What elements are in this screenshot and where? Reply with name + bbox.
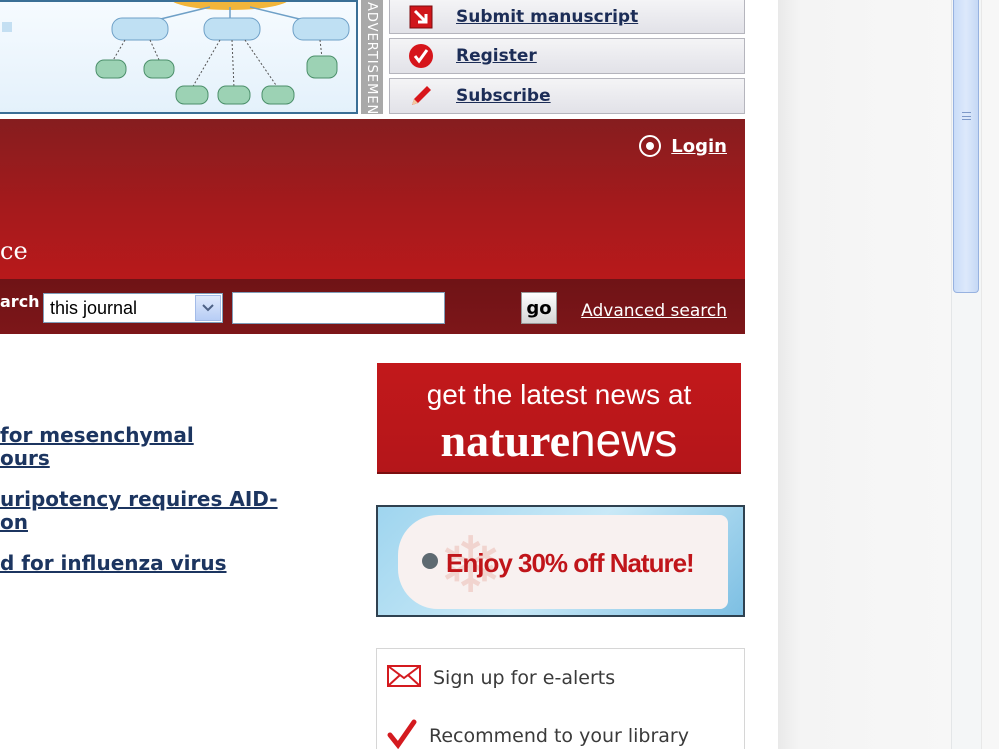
subscription-offer-banner[interactable]: ❄ Enjoy 30% off Nature!: [376, 505, 745, 617]
nature-news-logo-bold: nature: [440, 415, 571, 466]
submit-manuscript-button[interactable]: Submit manuscript: [389, 0, 745, 34]
alerts-box: Sign up for e-alerts Recommend to your l…: [376, 648, 745, 749]
email-alerts-item[interactable]: Sign up for e-alerts: [387, 665, 615, 691]
search-bar: arch this journal go Advanced search: [0, 279, 745, 334]
search-scope-value: this journal: [50, 297, 138, 318]
scrollbar-grip-icon: [962, 112, 971, 120]
advertisement-label-strip: ADVERTISEMENT: [361, 0, 383, 124]
nature-news-logo-light: news: [570, 414, 678, 466]
top-actions: Submit manuscript Register Subscribe: [389, 0, 745, 118]
chevron-down-icon[interactable]: [195, 295, 221, 321]
advanced-search-link[interactable]: Advanced search: [581, 301, 727, 321]
page-gutter: [778, 0, 951, 749]
search-scope-select[interactable]: this journal: [43, 293, 223, 323]
recommend-library-item[interactable]: Recommend to your library: [387, 719, 689, 749]
news-list: for mesenchymal ours uripotency requires…: [0, 424, 340, 593]
price-tag-graphic: ❄ Enjoy 30% off Nature!: [398, 515, 728, 611]
register-button[interactable]: Register: [389, 38, 745, 74]
submit-arrow-icon: [408, 4, 434, 30]
checkmark-icon: [387, 719, 417, 749]
news-headline-link[interactable]: for mesenchymal ours: [0, 424, 340, 470]
register-check-icon: [408, 43, 434, 69]
advertisement-diagram[interactable]: [0, 0, 358, 114]
recommend-library-label[interactable]: Recommend to your library: [429, 725, 689, 747]
tag-hole: [422, 553, 438, 569]
news-headline-link[interactable]: uripotency requires AID- on: [0, 488, 340, 534]
news-headline-link[interactable]: d for influenza virus: [0, 552, 340, 575]
pathway-diagram-image: [2, 2, 350, 105]
register-link[interactable]: Register: [456, 46, 537, 66]
submit-manuscript-link[interactable]: Submit manuscript: [456, 7, 638, 27]
subscribe-button[interactable]: Subscribe: [389, 78, 745, 114]
search-label: arch: [0, 292, 40, 311]
journal-title-fragment: ce: [0, 237, 28, 265]
window-edge: [981, 0, 999, 749]
nature-news-banner[interactable]: get the latest news at naturenews: [377, 363, 741, 474]
subscribe-link[interactable]: Subscribe: [456, 86, 551, 106]
email-alerts-label[interactable]: Sign up for e-alerts: [433, 667, 615, 689]
nature-news-tagline: get the latest news at: [426, 379, 692, 410]
login-control[interactable]: Login: [639, 135, 727, 157]
offer-text: Enjoy 30% off Nature!: [446, 548, 695, 578]
advertisement-label: ADVERTISEMENT: [364, 2, 379, 125]
subscribe-pencil-icon: [408, 83, 434, 109]
vertical-scrollbar-thumb[interactable]: [953, 0, 979, 293]
nature-news-logo: naturenews: [377, 417, 741, 464]
search-go-button[interactable]: go: [521, 292, 557, 324]
envelope-icon: [387, 665, 421, 691]
search-input[interactable]: [232, 292, 445, 324]
login-link[interactable]: Login: [671, 136, 727, 157]
login-radio-icon: [639, 135, 662, 157]
journal-header-banner: Login ce: [0, 119, 745, 279]
